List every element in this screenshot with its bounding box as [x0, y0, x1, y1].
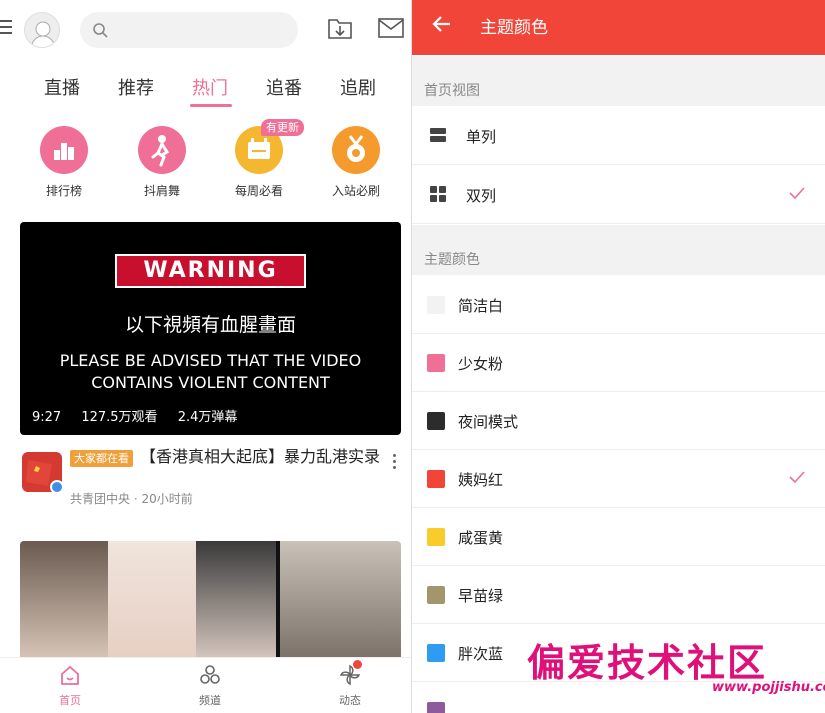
color-swatch [427, 702, 445, 713]
post-author: 共青团中央 [70, 492, 131, 506]
tab-live[interactable]: 直播 [44, 74, 80, 100]
option-single-column[interactable]: 单列 [412, 107, 825, 165]
app-bar: 主题颜色 [412, 0, 825, 55]
medal-icon [332, 126, 380, 174]
section-home-view: 首页视图 [412, 56, 825, 106]
home-screen: 直播 推荐 热门 追番 追剧 排行榜 抖肩舞 每周必看 入站必刷 有更新 WAR… [0, 0, 412, 713]
color-swatch [427, 470, 445, 488]
top-bar [0, 0, 412, 56]
mail-icon[interactable] [378, 18, 404, 38]
tab-drama[interactable]: 追剧 [340, 74, 376, 100]
color-swatch [427, 586, 445, 604]
section-title: 主题颜色 [424, 252, 480, 268]
menu-icon[interactable] [0, 20, 12, 36]
tab-hot[interactable]: 热门 [192, 74, 228, 100]
video-views: 127.5万观看 [81, 410, 158, 425]
category-must-see[interactable]: 入站必刷 [321, 126, 391, 199]
category-row: 排行榜 抖肩舞 每周必看 入站必刷 [0, 120, 412, 210]
option-label: 简洁白 [458, 297, 504, 315]
video-stats: 9:27 127.5万观看 2.4万弹幕 [32, 406, 253, 425]
home-icon [61, 665, 79, 685]
post-meta: 共青团中央 · 20小时前 [70, 492, 193, 506]
color-swatch [427, 354, 445, 372]
single-column-icon [430, 128, 446, 142]
theme-option-green[interactable]: 早苗绿 [412, 566, 825, 624]
double-column-icon [430, 186, 446, 202]
ranking-icon [40, 126, 88, 174]
option-double-column[interactable]: 双列 [412, 166, 825, 224]
theme-option-red[interactable]: 姨妈红 [412, 450, 825, 508]
trending-tag: 大家都在看 [70, 450, 133, 467]
tab-underline [190, 104, 232, 107]
nav-label: 首页 [59, 694, 81, 707]
tab-anime[interactable]: 追番 [266, 74, 302, 100]
notification-dot [353, 660, 362, 669]
warning-text-cn: 以下視頻有血腥畫面 [124, 314, 296, 336]
category-label: 抖肩舞 [143, 184, 180, 198]
nav-channel[interactable]: 频道 [180, 664, 240, 708]
video-duration: 9:27 [32, 410, 62, 425]
nav-label: 动态 [339, 694, 361, 707]
option-label: 早苗绿 [458, 587, 504, 605]
check-icon [789, 471, 805, 484]
color-swatch [427, 412, 445, 430]
watermark-logo: 偏爱技术社区 [527, 640, 768, 685]
post-item[interactable]: 【香港真相大起底】暴力乱港实录 大家都在看 共青团中央 · 20小时前 [0, 446, 412, 516]
more-icon[interactable] [393, 454, 397, 472]
bottom-nav: 首页 频道 动态 [0, 657, 412, 713]
uploader-avatar[interactable] [22, 452, 64, 494]
search-icon [93, 23, 108, 38]
theme-option-pink[interactable]: 少女粉 [412, 334, 825, 392]
warning-text-en: PLEASE BE ADVISED THAT THE VIDEO CONTAIN… [59, 351, 362, 392]
video-thumbnail[interactable] [20, 541, 401, 661]
post-time: 20小时前 [141, 492, 193, 506]
option-label: 姨妈红 [458, 471, 504, 489]
color-swatch [427, 296, 445, 314]
avatar[interactable] [24, 12, 60, 48]
dance-icon [138, 126, 186, 174]
color-swatch [427, 644, 445, 662]
tab-recommend[interactable]: 推荐 [118, 74, 154, 100]
theme-option-yellow[interactable]: 咸蛋黄 [412, 508, 825, 566]
theme-settings-screen: 主题颜色 首页视图 单列 双列 主题颜色 简洁白 少女粉 夜间模式 姨妈红 咸蛋… [411, 0, 825, 713]
check-icon [789, 187, 805, 200]
back-arrow-icon[interactable] [430, 12, 454, 36]
theme-option-white[interactable]: 简洁白 [412, 276, 825, 334]
option-label: 夜间模式 [458, 413, 519, 431]
channel-icon [200, 665, 220, 684]
option-label: 单列 [466, 128, 497, 146]
verified-icon [50, 480, 64, 494]
warning-banner: WARNING [115, 254, 306, 288]
option-label: 少女粉 [458, 355, 504, 373]
theme-option-night[interactable]: 夜间模式 [412, 392, 825, 450]
nav-label: 频道 [199, 694, 221, 707]
category-label: 入站必刷 [331, 184, 380, 198]
section-title: 首页视图 [424, 83, 480, 99]
category-label: 排行榜 [45, 184, 82, 198]
download-icon[interactable] [327, 16, 353, 40]
category-ranking[interactable]: 排行榜 [29, 126, 99, 199]
page-title: 主题颜色 [480, 18, 548, 38]
category-weekly[interactable]: 每周必看 [224, 126, 294, 199]
nav-home[interactable]: 首页 [40, 664, 100, 708]
option-label: 胖次蓝 [458, 645, 504, 663]
search-input[interactable] [80, 12, 298, 48]
category-label: 每周必看 [234, 184, 283, 198]
option-label: 咸蛋黄 [458, 529, 504, 547]
video-card[interactable]: WARNING 以下視頻有血腥畫面 PLEASE BE ADVISED THAT… [20, 222, 401, 435]
color-swatch [427, 528, 445, 546]
watermark-url: www.pojjishu.com [712, 680, 825, 695]
category-dance[interactable]: 抖肩舞 [127, 126, 197, 199]
video-danmaku: 2.4万弹幕 [177, 410, 238, 425]
nav-activity[interactable]: 动态 [320, 664, 380, 708]
option-label: 双列 [466, 187, 497, 205]
new-badge: 有更新 [261, 119, 304, 136]
section-theme-color: 主题颜色 [412, 225, 825, 275]
top-tabs: 直播 推荐 热门 追番 追剧 [0, 64, 412, 108]
